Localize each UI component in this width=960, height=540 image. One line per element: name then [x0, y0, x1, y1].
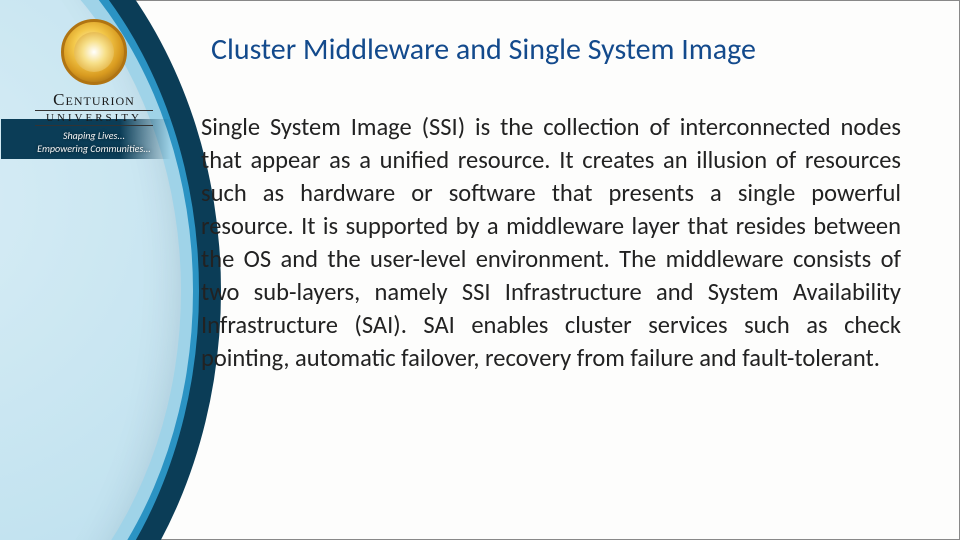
slide-body: Single System Image (SSI) is the collect… [201, 111, 901, 376]
university-tagline-1: Shaping Lives... [29, 130, 159, 143]
slide-title: Cluster Middleware and Single System Ima… [211, 31, 931, 68]
university-tagline-2: Empowering Communities... [29, 143, 159, 156]
university-name: Centurion [29, 91, 159, 108]
university-logo-block: Centurion UNIVERSITY Shaping Lives... Em… [29, 19, 159, 155]
university-emblem-icon [61, 19, 127, 85]
university-subname: UNIVERSITY [35, 110, 153, 126]
slide: Centurion UNIVERSITY Shaping Lives... Em… [0, 0, 960, 540]
